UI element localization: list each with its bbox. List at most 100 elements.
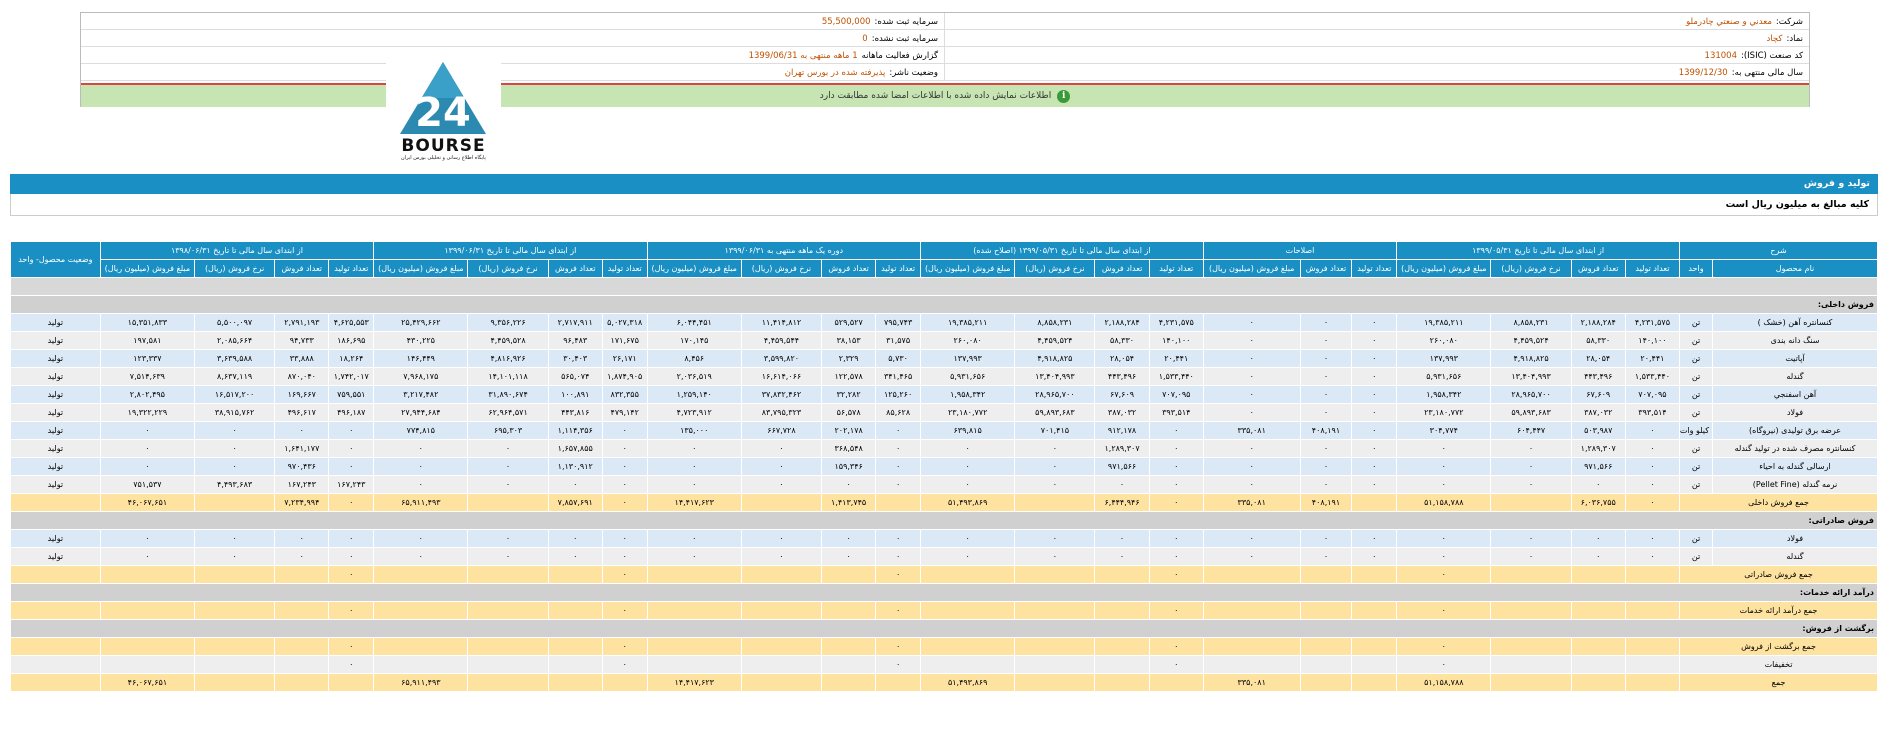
table-cell: ۰ [1570, 475, 1626, 494]
table-cell: ۰ [875, 565, 922, 584]
table-cell: ۲۸,۰۵۴ [1094, 349, 1150, 368]
table-cell: ۰ [1202, 367, 1301, 386]
discounts-row: تخفیفات ۰ ۰ ۰ ۰ ۰ [10, 655, 1878, 674]
table-cell [1624, 673, 1681, 692]
table-cell [1202, 565, 1301, 584]
table-cell: ۱۴,۴۱۷,۶۲۳ [646, 493, 742, 512]
table-cell: ۹۷۱,۵۶۶ [1570, 457, 1626, 476]
table-cell: ۰ [875, 547, 922, 566]
table-cell: ۰ [99, 439, 196, 458]
table-cell: تولید [10, 331, 101, 350]
column-header: تعداد فروش [547, 259, 603, 278]
product-row: فولاد تن ۰ ۰ ۰ ۰ ۰ ۰ ۰ ۰ ۰ ۰ ۰ ۰ ۰ ۰ ۰ ۰ ۰ ۰ ۰ ۰ ۰ ۰ ۰ تولید [10, 529, 1878, 548]
table-cell: ۰ [1299, 475, 1353, 494]
table-cell: ۸,۸۵۸,۲۳۱ [1490, 313, 1572, 332]
table-cell: ۰ [194, 529, 276, 548]
table-cell: ۷۰۷,۰۹۵ [1148, 385, 1204, 404]
table-cell: ۰ [328, 493, 375, 512]
table-cell: ۰ [1014, 439, 1096, 458]
table-cell: ۷۰۱,۴۱۵ [1014, 421, 1096, 440]
table-cell [1094, 601, 1150, 620]
table-cell: ۰ [1148, 439, 1204, 458]
table-cell: ۱۹۷,۵۸۱ [99, 331, 196, 350]
table-cell [740, 637, 823, 656]
table-cell: ۱,۱۱۴,۳۵۶ [547, 421, 603, 440]
table-cell [547, 637, 603, 656]
table-cell: جمع برگشت از فروش [1679, 637, 1878, 656]
table-cell: ۰ [740, 439, 823, 458]
table-cell: ۴,۴۹۳,۶۸۳ [194, 475, 276, 494]
product-row: سنگ دانه بندی تن ۱۴۰,۱۰۰ ۵۸,۳۳۰ ۴,۴۵۹,۵۲۴ ۲۶۰… [10, 331, 1878, 350]
table-cell: ۰ [1396, 457, 1492, 476]
table-cell: ۰ [1624, 475, 1681, 494]
table-cell: ۰ [1570, 547, 1626, 566]
table-cell: ۱,۶۴۱,۱۷۷ [274, 439, 330, 458]
table-cell [1490, 601, 1572, 620]
table-cell [194, 493, 276, 512]
table-cell [194, 601, 276, 620]
table-cell [821, 565, 877, 584]
table-cell [373, 637, 469, 656]
table-cell: ۰ [601, 457, 648, 476]
table-cell: ۱۵۹,۳۴۶ [821, 457, 877, 476]
table-cell: ۲,۷۱۷,۹۱۱ [547, 313, 603, 332]
table-cell: ۰ [274, 547, 330, 566]
table-cell: ۰ [920, 547, 1016, 566]
table-cell: ۰ [1148, 457, 1204, 476]
table-cell: ۹۴,۷۳۳ [274, 331, 330, 350]
table-cell: ۳۰,۴۰۳ [547, 349, 603, 368]
symbol-link[interactable]: کچاد [1767, 34, 1783, 44]
table-cell: ۰ [601, 421, 648, 440]
table-cell: ۰ [194, 421, 276, 440]
product-row: عرضه برق تولیدی (نیروگاه) کیلو وات ۰ ۵۰۳,۹۸… [10, 421, 1878, 440]
product-row: کنسانتره آهن (خشک ) تن ۴,۲۳۱,۵۷۵ ۲,۱۸۸,۲۸۴ ۸… [10, 313, 1878, 332]
table-cell: ۴,۹۱۸,۸۲۵ [1490, 349, 1572, 368]
table-cell [467, 493, 549, 512]
table-cell: ۰ [547, 547, 603, 566]
table-cell: ۴,۴۵۹,۵۲۴ [1490, 331, 1572, 350]
table-cell: ۰ [1351, 457, 1398, 476]
table-cell: آهن اسفنجي [1712, 385, 1878, 404]
table-cell [646, 601, 742, 620]
fiscal-year-cell: سال مالی منتهی به: 1399/12/30 [1678, 67, 1803, 78]
table-cell: ۰ [328, 637, 375, 656]
table-cell [1299, 565, 1353, 584]
table-cell: ۰ [601, 565, 648, 584]
section-header-row: فروش صادراتی: [10, 511, 1878, 530]
table-cell: ۰ [547, 529, 603, 548]
table-cell: ۳۰۴,۷۷۴ [1396, 421, 1492, 440]
table-cell: ۰ [1490, 529, 1572, 548]
table-cell: ۱۸۶,۶۹۵ [328, 331, 375, 350]
table-cell: ۲۶۰,۰۸۰ [920, 331, 1016, 350]
table-cell: ۳۸۷,۰۳۲ [1570, 403, 1626, 422]
table-cell: ۱,۱۳۰,۹۱۲ [547, 457, 603, 476]
table-cell: ۱۳۷,۹۹۳ [1396, 349, 1492, 368]
table-cell: ۰ [875, 421, 922, 440]
table-cell: ۲۳,۱۸۰,۷۷۲ [920, 403, 1016, 422]
table-cell: ۰ [328, 529, 375, 548]
table-cell [99, 637, 196, 656]
table-cell [1094, 655, 1150, 674]
table-cell: تولید [10, 547, 101, 566]
table-cell: فروش صادراتی: [10, 511, 1878, 530]
table-cell: ۲۶۰,۰۸۰ [1396, 331, 1492, 350]
table-cell: تولید [10, 439, 101, 458]
table-cell: ۱۴۶,۴۴۹ [373, 349, 469, 368]
table-cell [1351, 637, 1398, 656]
table-cell: ۰ [1351, 403, 1398, 422]
table-cell: ۶۰۴,۴۴۷ [1490, 421, 1572, 440]
table-cell: ۰ [1094, 475, 1150, 494]
table-cell: ۱۷۱,۶۷۵ [601, 331, 648, 350]
table-cell [1014, 493, 1096, 512]
product-row: گندله تن ۱,۵۳۳,۴۴۰ ۴۴۳,۴۹۶ ۱۳,۴۰۴,۹۹۳ ۵,۹۳۱,۶… [10, 367, 1878, 386]
table-cell: فروش داخلی: [10, 295, 1878, 314]
table-cell: ۲۶,۱۷۱ [601, 349, 648, 368]
table-cell: ۱۲۵,۲۶۰ [875, 385, 922, 404]
table-cell [920, 565, 1016, 584]
table-cell: ۳۸,۹۱۵,۷۶۲ [194, 403, 276, 422]
table-cell: ۰ [1148, 565, 1204, 584]
table-cell: ۶۵,۹۱۱,۴۹۳ [373, 493, 469, 512]
grand-total-row: جمع ۵۱,۱۵۸,۷۸۸ ۳۳۵,۰۸۱ ۵۱,۴۹۳,۸۶۹ ۱۴,۴۱۷,۶۲۳… [10, 673, 1878, 692]
table-cell: ۲۸,۹۶۵,۷۰۰ [1490, 385, 1572, 404]
company-name[interactable]: معدني و صنعتي چادرملو [1686, 17, 1772, 27]
